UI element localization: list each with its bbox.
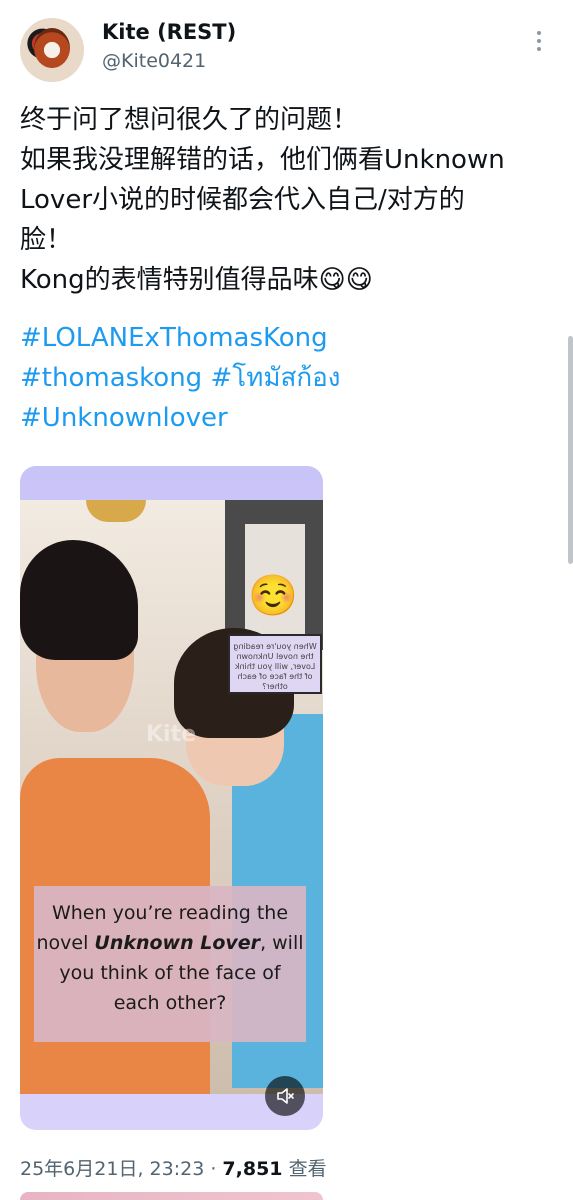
tweet-text: 终于问了想问很久了的问题！ 如果我没理解错的话，他们俩看Unknown Love… (20, 100, 560, 300)
separator: · (210, 1158, 217, 1180)
view-count: 7,851 (222, 1158, 283, 1180)
author-handle[interactable]: @Kite0421 (102, 50, 206, 72)
hashtag-link[interactable]: #LOLANExThomasKong (20, 318, 340, 358)
tweet-line: 如果我没理解错的话，他们俩看Unknown (20, 145, 505, 175)
hashtag-link[interactable]: #Unknownlover (20, 398, 340, 438)
scrollbar[interactable] (568, 336, 573, 564)
smiling-emoji-sticker: ☺️ (248, 573, 298, 619)
tweet-line: 脸！ (20, 225, 73, 255)
timestamp[interactable]: 25年6月21日, 23:23 (20, 1158, 204, 1180)
video-media[interactable]: ☺️ When you're reading the novel Unknown… (20, 466, 323, 1130)
video-frame: ☺️ When you're reading the novel Unknown… (20, 500, 323, 1094)
mirrored-question-card: When you're reading the novel Unknown Lo… (228, 634, 322, 694)
red-panda-image (34, 28, 70, 68)
tweet-line: Kong的表情特别值得品味😋😋 (20, 265, 373, 295)
author-name[interactable]: Kite (REST) (102, 20, 236, 44)
ceiling-lamp (86, 500, 146, 522)
mute-button[interactable] (265, 1076, 305, 1116)
watermark: Kite (146, 722, 197, 747)
next-media-preview (20, 1192, 323, 1200)
hashtags: #LOLANExThomasKong #thomaskong #โทมัสก้อ… (20, 318, 340, 438)
more-vertical-icon[interactable] (528, 28, 550, 58)
tweet-line: 终于问了想问很久了的问题！ (20, 105, 359, 135)
volume-muted-icon (277, 1088, 294, 1104)
profile-avatar[interactable] (20, 18, 84, 82)
hashtag-link[interactable]: #thomaskong #โทมัสก้อง (20, 358, 340, 398)
views-label: 查看 (288, 1158, 327, 1180)
tweet-line: Lover小说的时候都会代入自己/对方的 (20, 185, 465, 215)
tweet-meta: 25年6月21日, 23:23 · 7,851 查看 (20, 1154, 327, 1181)
question-caption: When you’re reading the novel Unknown Lo… (34, 886, 306, 1042)
